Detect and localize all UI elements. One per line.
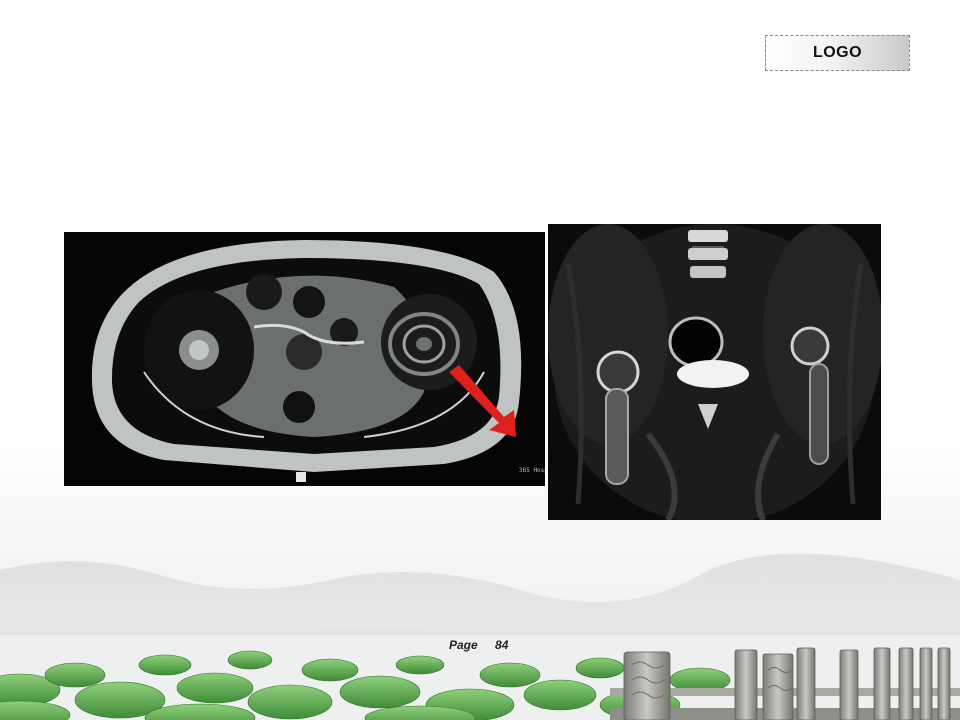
axial-mri-image: 365 Hospital • 5 Jun [64, 232, 545, 486]
page-number-value: 84 [495, 638, 509, 652]
logo-text: LOGO [812, 44, 863, 61]
lotus-pond-scenery [0, 553, 960, 720]
slide: LOGO 365 Hos Page 84 [0, 0, 960, 720]
page-number: Page 84 [449, 638, 508, 652]
logo-box: LOGO [765, 35, 910, 71]
coronal-mri-image [548, 224, 881, 520]
stone-railing [610, 647, 960, 720]
page-label: Page [449, 638, 478, 652]
scan-caption: 365 Hospital • 5 Jun [519, 467, 545, 474]
